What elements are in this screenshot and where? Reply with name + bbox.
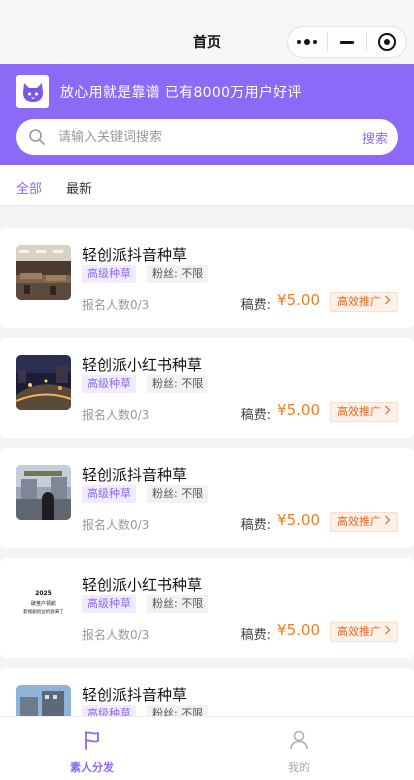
task-list: 轻创派抖音种草 高级种草 粉丝: 不限 报名人数0/3 稿费: ¥5.00 高效… xyxy=(0,228,414,716)
more-dots-icon[interactable] xyxy=(288,27,327,57)
applicant-count: 报名人数0/3 xyxy=(82,408,150,422)
tab-latest[interactable]: 最新 xyxy=(66,178,92,197)
item-title: 轻创派抖音种草 xyxy=(82,466,188,484)
nav-bar: 首页 xyxy=(0,0,414,64)
search-input[interactable] xyxy=(58,119,328,155)
close-target-icon[interactable] xyxy=(367,27,406,57)
chevron-right-icon xyxy=(384,513,391,531)
fee-label: 稿费: xyxy=(240,298,271,313)
applicant-count: 报名人数0/3 xyxy=(82,518,150,532)
chevron-right-icon xyxy=(384,403,391,421)
promote-label: 高效推广 xyxy=(337,405,381,418)
bottom-tab-bar: 素人分发 我的 xyxy=(0,716,414,780)
fee-label: 稿费: xyxy=(240,628,271,643)
header-banner: 放心用就是靠谱 已有8000万用户好评 搜索 xyxy=(0,64,414,165)
slogan-text: 放心用就是靠谱 已有8000万用户好评 xyxy=(60,85,302,101)
promote-button[interactable]: 高效推广 xyxy=(330,402,398,422)
thumbnail-image xyxy=(16,245,71,300)
fee-value: ¥5.00 xyxy=(277,291,320,309)
promote-button[interactable]: 高效推广 xyxy=(330,512,398,532)
flag-icon xyxy=(52,729,132,753)
fee-value: ¥5.00 xyxy=(277,401,320,419)
search-button[interactable]: 搜索 xyxy=(362,128,388,147)
search-icon xyxy=(28,128,46,150)
promote-label: 高效推广 xyxy=(337,625,381,638)
fans-tag: 粉丝: 不限 xyxy=(147,375,209,393)
tabbar-label-mine: 我的 xyxy=(288,761,310,774)
level-tag: 高级种草 xyxy=(82,705,136,716)
level-tag: 高级种草 xyxy=(82,485,136,503)
mini-program-capsule xyxy=(287,26,407,58)
thumbnail-image xyxy=(16,465,71,520)
chevron-right-icon xyxy=(384,623,391,641)
list-item[interactable]: 轻创派抖音种草 高级种草 粉丝: 不限 xyxy=(0,668,414,716)
user-icon xyxy=(259,729,339,753)
thumb-text-line2: 影视剧创业机会来了 xyxy=(23,608,64,615)
thumbnail-image xyxy=(16,355,71,410)
fans-tag: 粉丝: 不限 xyxy=(147,485,209,503)
list-item[interactable]: 轻创派小红书种草 高级种草 粉丝: 不限 报名人数0/3 稿费: ¥5.00 高… xyxy=(0,338,414,438)
list-item[interactable]: 轻创派抖音种草 高级种草 粉丝: 不限 报名人数0/3 稿费: ¥5.00 高效… xyxy=(0,228,414,328)
thumb-text-year: 2025 xyxy=(35,590,52,597)
search-bar: 搜索 xyxy=(16,119,398,155)
list-item[interactable]: 2025 破茧户领航 影视剧创业机会来了 轻创派小红书种草 高级种草 粉丝: 不… xyxy=(0,558,414,658)
thumbnail-image xyxy=(16,685,71,716)
fee-label: 稿费: xyxy=(240,518,271,533)
fans-tag: 粉丝: 不限 xyxy=(147,265,209,283)
promote-label: 高效推广 xyxy=(337,295,381,308)
tabbar-label-home: 素人分发 xyxy=(70,761,114,774)
fans-tag: 粉丝: 不限 xyxy=(147,595,209,613)
fans-tag: 粉丝: 不限 xyxy=(147,705,209,716)
applicant-count: 报名人数0/3 xyxy=(82,298,150,312)
chevron-right-icon xyxy=(384,293,391,311)
promote-button[interactable]: 高效推广 xyxy=(330,292,398,312)
tab-all[interactable]: 全部 xyxy=(16,178,42,197)
level-tag: 高级种草 xyxy=(82,595,136,613)
promote-button[interactable]: 高效推广 xyxy=(330,622,398,642)
item-title: 轻创派抖音种草 xyxy=(82,686,188,704)
item-title: 轻创派小红书种草 xyxy=(82,576,203,594)
tabbar-item-home[interactable]: 素人分发 xyxy=(52,729,132,775)
thumbnail-image: 2025 破茧户领航 影视剧创业机会来了 xyxy=(16,575,71,630)
thumb-text-line1: 破茧户领航 xyxy=(31,600,56,607)
level-tag: 高级种草 xyxy=(82,375,136,393)
list-item[interactable]: 轻创派抖音种草 高级种草 粉丝: 不限 报名人数0/3 稿费: ¥5.00 高效… xyxy=(0,448,414,548)
fee-value: ¥5.00 xyxy=(277,621,320,639)
minimize-icon[interactable] xyxy=(328,27,367,57)
fee-value: ¥5.00 xyxy=(277,511,320,529)
item-title: 轻创派小红书种草 xyxy=(82,356,203,374)
tabbar-item-mine[interactable]: 我的 xyxy=(259,729,339,775)
filter-tabs: 全部 最新 xyxy=(0,165,414,206)
fee-label: 稿费: xyxy=(240,408,271,423)
applicant-count: 报名人数0/3 xyxy=(82,628,150,642)
cat-icon xyxy=(16,75,49,108)
promote-label: 高效推广 xyxy=(337,515,381,528)
level-tag: 高级种草 xyxy=(82,265,136,283)
item-title: 轻创派抖音种草 xyxy=(82,246,188,264)
